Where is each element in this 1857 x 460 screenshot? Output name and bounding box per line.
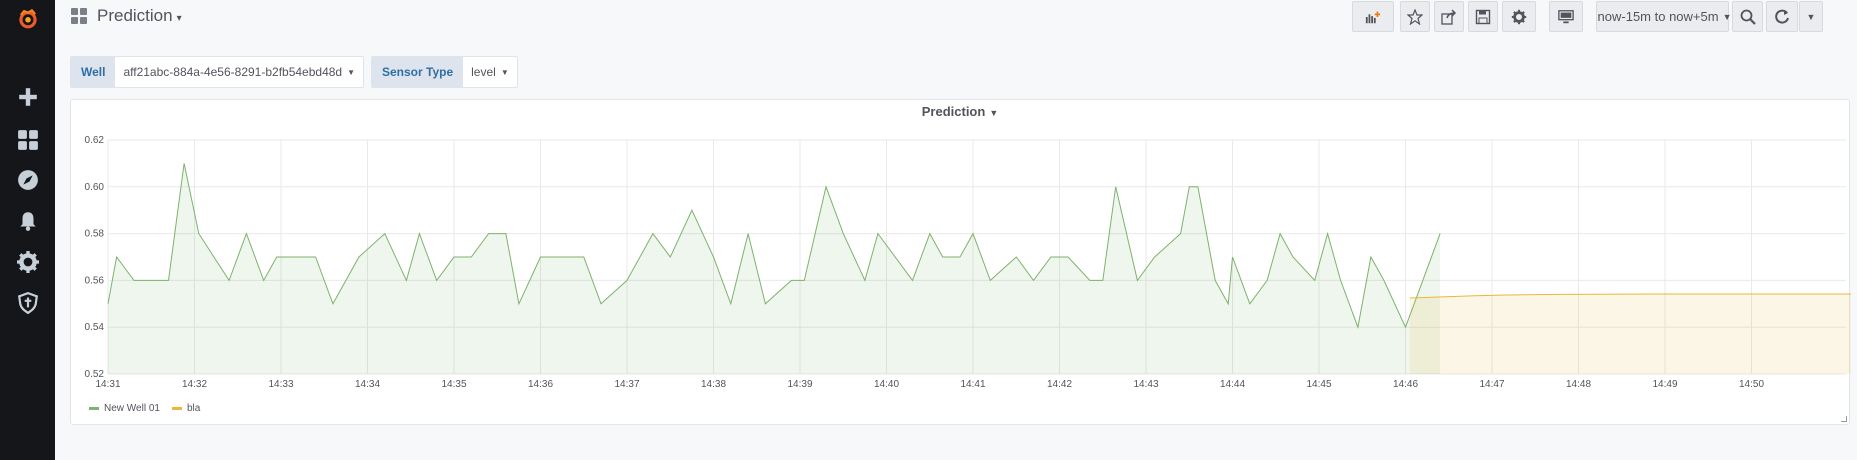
legend-swatch bbox=[171, 407, 182, 410]
star-icon[interactable] bbox=[1400, 1, 1430, 32]
variable-well-dropdown[interactable]: aff21abc-884a-4e56-8291-b2fb54ebd48d ▼ bbox=[115, 57, 363, 87]
chevron-down-icon: ▼ bbox=[989, 108, 999, 118]
y-tick-label: 0.54 bbox=[85, 322, 105, 333]
chevron-down-icon: ▼ bbox=[347, 67, 356, 77]
add-panel-button[interactable] bbox=[1352, 1, 1394, 32]
graph-panel: 0.52 0.54 0.56 0.58 0.60 0.62 14:31 14:32 14:33 1… bbox=[70, 99, 1851, 425]
graph-chart: 0.520.540.560.580.600.6214:31 14:32 14:33 1… bbox=[85, 135, 1851, 390]
y-tick-label: 0.62 bbox=[85, 135, 105, 146]
dashboards-grid-icon[interactable] bbox=[16, 128, 40, 152]
gear-icon[interactable] bbox=[16, 250, 40, 274]
x-tick-label: 14:41 bbox=[960, 379, 985, 390]
legend-label: New Well 01 bbox=[104, 403, 160, 414]
legend-label: bla bbox=[186, 403, 201, 414]
variable-sensor-type-value: level bbox=[471, 65, 496, 79]
series-area-new-well-01 bbox=[108, 163, 1441, 374]
x-tick-label: 14:33 bbox=[268, 379, 293, 390]
tv-mode-monitor-icon[interactable] bbox=[1549, 1, 1583, 32]
x-tick-label: 14:44 bbox=[1220, 379, 1245, 390]
x-tick-label: 14:35 bbox=[441, 379, 466, 390]
series-area-bla bbox=[1409, 294, 1851, 374]
graph-legend: New Well 01 bla bbox=[89, 403, 200, 414]
variable-sensor-type-label: Sensor Type bbox=[372, 57, 464, 87]
chevron-down-icon: ▾ bbox=[176, 13, 182, 24]
y-tick-label: 0.58 bbox=[85, 229, 105, 240]
x-tick-label: 14:40 bbox=[874, 379, 899, 390]
panel-title[interactable]: Prediction ▼ bbox=[71, 104, 1849, 119]
save-icon[interactable] bbox=[1468, 1, 1498, 32]
plus-icon[interactable] bbox=[16, 85, 40, 109]
refresh-icon[interactable] bbox=[1766, 1, 1798, 32]
dashboard-grid-icon bbox=[71, 8, 87, 24]
chevron-down-icon: ▼ bbox=[1806, 11, 1816, 22]
settings-gear-icon[interactable] bbox=[1502, 1, 1536, 32]
chevron-down-icon: ▼ bbox=[500, 67, 509, 77]
time-range-picker[interactable]: now-15m to now+5m ▼ bbox=[1596, 1, 1732, 32]
dashboard-header: Prediction ▾ now-15m to now+5m ▼ ▼ bbox=[55, 0, 1857, 36]
variable-well-label: Well bbox=[71, 57, 116, 87]
y-tick-label: 0.60 bbox=[85, 182, 105, 193]
bell-icon[interactable] bbox=[16, 209, 40, 233]
x-tick-label: 14:43 bbox=[1133, 379, 1158, 390]
variable-sensor-type-dropdown[interactable]: level ▼ bbox=[463, 57, 517, 87]
panel-title-text: Prediction bbox=[921, 104, 986, 119]
x-tick-label: 14:32 bbox=[182, 379, 207, 390]
dashboard-title-text: Prediction bbox=[97, 6, 173, 25]
legend-item[interactable]: bla bbox=[171, 403, 201, 414]
x-tick-label: 14:38 bbox=[701, 379, 726, 390]
x-tick-label: 14:50 bbox=[1739, 379, 1764, 390]
y-tick-label: 0.56 bbox=[85, 275, 105, 286]
variable-sensor-type[interactable]: Sensor Type level ▼ bbox=[371, 56, 518, 88]
x-tick-label: 14:31 bbox=[95, 379, 120, 390]
x-tick-label: 14:49 bbox=[1652, 379, 1677, 390]
x-tick-label: 14:37 bbox=[614, 379, 639, 390]
refresh-interval-dropdown[interactable]: ▼ bbox=[1799, 1, 1823, 32]
share-icon[interactable] bbox=[1434, 1, 1464, 32]
zoom-out-icon[interactable] bbox=[1732, 1, 1763, 32]
x-tick-label: 14:36 bbox=[528, 379, 553, 390]
x-tick-label: 14:34 bbox=[355, 379, 380, 390]
x-tick-label: 14:39 bbox=[787, 379, 812, 390]
x-tick-label: 14:48 bbox=[1566, 379, 1591, 390]
x-tick-label: 14:46 bbox=[1393, 379, 1418, 390]
time-range-label: now-15m to now+5m bbox=[1597, 9, 1719, 24]
dashboard-title[interactable]: Prediction ▾ bbox=[97, 6, 182, 26]
sidebar bbox=[0, 0, 55, 460]
legend-item[interactable]: New Well 01 bbox=[89, 403, 160, 414]
grafana-logo-icon[interactable] bbox=[14, 5, 42, 33]
compass-icon[interactable] bbox=[16, 168, 40, 192]
x-tick-label: 14:45 bbox=[1306, 379, 1331, 390]
legend-swatch bbox=[89, 407, 99, 410]
panel-resize-handle[interactable] bbox=[1841, 416, 1847, 422]
variable-well-value: aff21abc-884a-4e56-8291-b2fb54ebd48d bbox=[123, 65, 343, 79]
x-tick-label: 14:42 bbox=[1047, 379, 1072, 390]
shield-icon[interactable] bbox=[16, 291, 40, 315]
chevron-down-icon: ▼ bbox=[1722, 11, 1732, 22]
variable-well[interactable]: Well aff21abc-884a-4e56-8291-b2fb54ebd48… bbox=[70, 56, 365, 88]
x-tick-label: 14:47 bbox=[1479, 379, 1504, 390]
